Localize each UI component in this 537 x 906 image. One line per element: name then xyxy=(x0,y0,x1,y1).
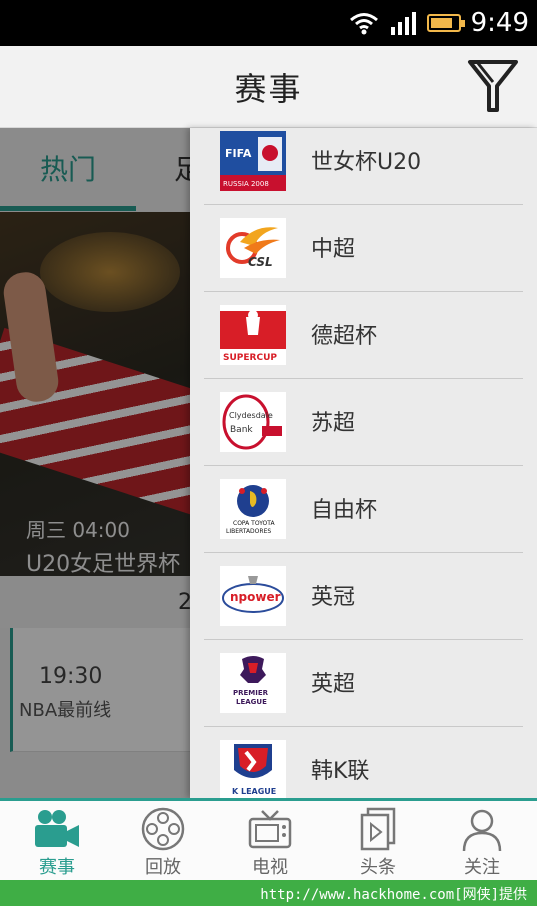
league-item-k-league[interactable]: K LEAGUE 韩K联 xyxy=(190,727,537,798)
filter-funnel-icon xyxy=(468,60,518,112)
supercup-logo: SUPERCUP xyxy=(220,305,286,365)
league-item-libertadores[interactable]: COPA TOYOTA LIBERTADORES 自由杯 xyxy=(190,466,537,553)
league-item-championship[interactable]: npower 英冠 xyxy=(190,553,537,640)
league-name: 自由杯 xyxy=(311,498,378,523)
person-icon xyxy=(462,809,502,852)
page-title: 赛事 xyxy=(234,70,303,108)
league-item-fifa-u20[interactable]: FIFA RUSSIA 2008 世女杯U20 xyxy=(190,128,537,205)
svg-text:PREMIER: PREMIER xyxy=(233,689,269,697)
tv-icon xyxy=(248,810,292,849)
bottom-nav: 赛事 回放 电视 头条 关注 xyxy=(0,798,537,880)
status-time: 9:49 xyxy=(470,8,529,38)
svg-text:SUPERCUP: SUPERCUP xyxy=(223,353,277,363)
svg-text:COPA TOYOTA: COPA TOYOTA xyxy=(233,520,275,527)
play-document-icon xyxy=(360,807,396,851)
video-camera-icon xyxy=(35,810,79,847)
nav-label: 头条 xyxy=(360,857,396,878)
nav-follow[interactable]: 关注 xyxy=(434,807,530,883)
k-league-logo: K LEAGUE xyxy=(220,740,286,798)
watermark-bar: http://www.hackhome.com[网侠]提供 xyxy=(0,880,537,906)
status-icons: 9:49 xyxy=(349,0,529,46)
signal-icon xyxy=(390,12,416,35)
league-name: 英超 xyxy=(311,672,356,697)
premier-league-logo: PREMIER LEAGUE xyxy=(220,653,286,713)
nav-label: 关注 xyxy=(464,857,500,878)
svg-text:Clydesdale: Clydesdale xyxy=(229,411,273,420)
svg-text:FIFA: FIFA xyxy=(225,147,252,160)
nav-tv[interactable]: 电视 xyxy=(222,807,318,883)
nav-label: 电视 xyxy=(252,857,288,878)
film-reel-icon xyxy=(141,807,185,851)
league-item-csl[interactable]: CSL 中超 xyxy=(190,205,537,292)
league-item-spl[interactable]: Clydesdale Bank 苏超 xyxy=(190,379,537,466)
league-item-premier-league[interactable]: PREMIER LEAGUE 英超 xyxy=(190,640,537,727)
status-bar: 9:49 xyxy=(0,0,537,46)
nav-events[interactable]: 赛事 xyxy=(9,807,105,883)
csl-logo: CSL xyxy=(220,218,286,278)
clydesdale-bank-premier-league-logo: Clydesdale Bank xyxy=(220,392,286,452)
watermark-text: http://www.hackhome.com[网侠]提供 xyxy=(260,887,527,903)
svg-text:npower: npower xyxy=(230,590,281,604)
svg-text:K LEAGUE: K LEAGUE xyxy=(232,787,276,796)
svg-text:Bank: Bank xyxy=(230,425,253,435)
title-bar: 赛事 xyxy=(0,46,537,128)
svg-text:LIBERTADORES: LIBERTADORES xyxy=(226,528,271,535)
svg-text:CSL: CSL xyxy=(248,255,273,269)
league-name: 韩K联 xyxy=(311,759,370,784)
league-item-supercup[interactable]: SUPERCUP 德超杯 xyxy=(190,292,537,379)
filter-button[interactable] xyxy=(467,58,519,114)
wifi-icon xyxy=(349,13,378,35)
league-name: 中超 xyxy=(311,237,356,262)
league-name: 德超杯 xyxy=(311,324,378,349)
league-name: 苏超 xyxy=(311,411,356,436)
nav-headlines[interactable]: 头条 xyxy=(330,807,426,883)
league-drawer: FIFA RUSSIA 2008 世女杯U20 CSL 中超 SUPERCUP … xyxy=(190,128,537,798)
nav-label: 回放 xyxy=(145,857,181,878)
battery-icon xyxy=(426,14,465,32)
svg-text:LEAGUE: LEAGUE xyxy=(236,698,267,706)
league-name: 英冠 xyxy=(311,585,356,610)
nav-label: 赛事 xyxy=(39,857,75,878)
fifa-u20-womens-logo: FIFA RUSSIA 2008 xyxy=(220,131,286,191)
copa-libertadores-logo: COPA TOYOTA LIBERTADORES xyxy=(220,479,286,539)
svg-text:RUSSIA 2008: RUSSIA 2008 xyxy=(223,180,269,188)
nav-replay[interactable]: 回放 xyxy=(115,807,211,883)
npower-championship-logo: npower xyxy=(220,566,286,626)
league-name: 世女杯U20 xyxy=(311,150,422,175)
